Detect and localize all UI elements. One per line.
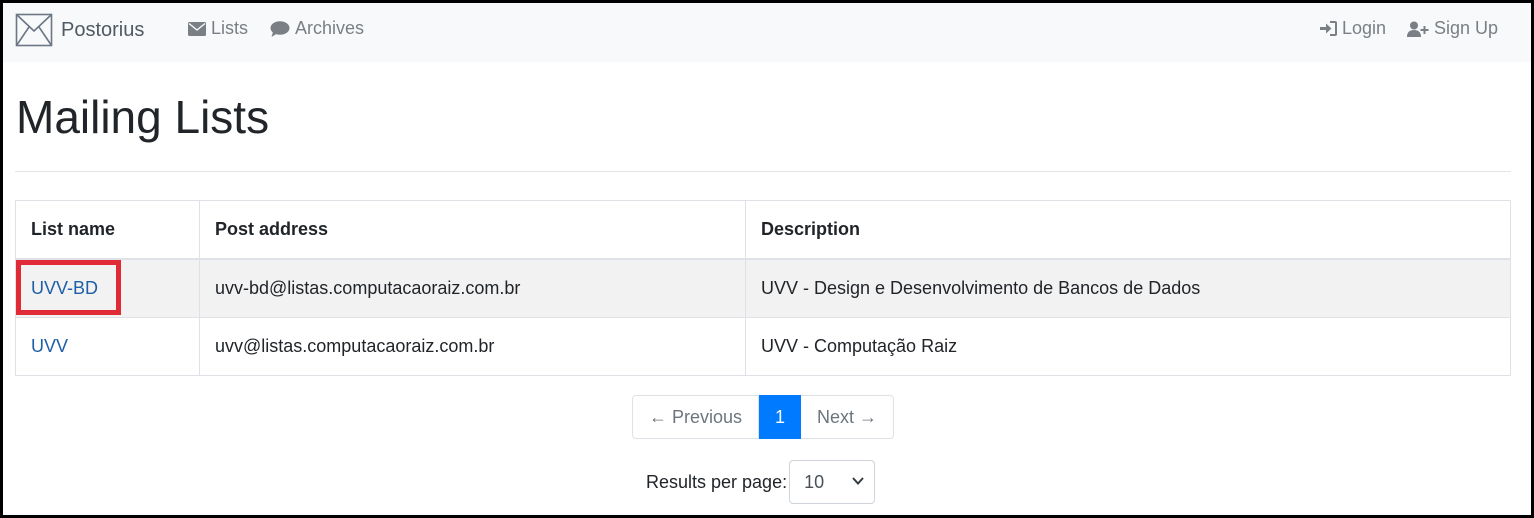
divider (15, 171, 1511, 172)
nav-archives-label: Archives (295, 18, 365, 38)
pagination-page-1[interactable]: 1 (759, 395, 801, 439)
post-address-cell: uvv-bd@listas.computacaoraiz.com.br (199, 258, 746, 318)
pagination-previous[interactable]: ← Previous (632, 395, 759, 439)
post-address-cell: uvv@listas.computacaoraiz.com.br (199, 317, 746, 376)
results-per-page-select[interactable]: 10 (789, 460, 876, 504)
chevron-down-icon (852, 477, 864, 485)
nav-signup[interactable]: Sign Up (1407, 18, 1498, 39)
results-per-page-value: 10 (804, 471, 825, 492)
user-plus-icon (1407, 21, 1429, 37)
list-name-cell: UVV-BD (15, 258, 200, 318)
table-row: UVV uvv@listas.computacaoraiz.com.br UVV… (15, 317, 1511, 376)
header-list-name: List name (15, 200, 200, 260)
pagination: ← Previous 1 Next → (632, 395, 894, 439)
header-post-address: Post address (199, 200, 746, 260)
results-per-page: Results per page: 10 (646, 460, 876, 504)
description-cell: UVV - Design e Desenvolvimento de Bancos… (745, 258, 1511, 318)
mailing-lists-table: List name Post address Description UVV-B… (15, 200, 1511, 376)
envelope-icon (188, 21, 206, 36)
top-navbar: Postorius Lists Archives Login Sign Up (3, 3, 1531, 62)
description-cell: UVV - Computação Raiz (745, 317, 1511, 376)
table-header-row: List name Post address Description (15, 200, 1511, 260)
table-row: UVV-BD uvv-bd@listas.computacaoraiz.com.… (15, 258, 1511, 318)
app-window: Postorius Lists Archives Login Sign Up M… (3, 3, 1531, 515)
nav-login[interactable]: Login (1320, 18, 1386, 39)
nav-lists[interactable]: Lists (188, 18, 248, 39)
sign-in-icon (1320, 21, 1337, 36)
results-per-page-label: Results per page: (646, 471, 788, 492)
envelope-outline-icon (15, 13, 53, 47)
brand-name: Postorius (61, 18, 145, 41)
nav-archives[interactable]: Archives (270, 18, 364, 39)
nav-signup-label: Sign Up (1434, 18, 1499, 38)
comment-icon (270, 20, 290, 37)
list-link-uvv[interactable]: UVV (31, 336, 68, 356)
nav-login-label: Login (1342, 18, 1387, 38)
page-title: Mailing Lists (16, 91, 270, 143)
pagination-next[interactable]: Next → (801, 395, 894, 439)
nav-lists-label: Lists (211, 18, 249, 38)
list-link-uvv-bd[interactable]: UVV-BD (31, 278, 98, 298)
header-description: Description (745, 200, 1511, 260)
brand-link[interactable]: Postorius (15, 13, 144, 47)
list-name-cell: UVV (15, 317, 200, 376)
